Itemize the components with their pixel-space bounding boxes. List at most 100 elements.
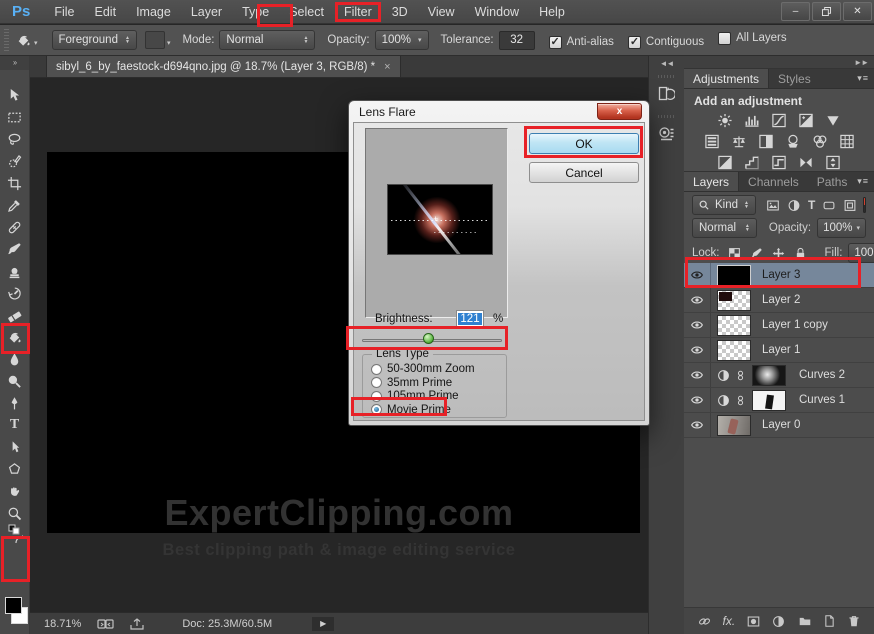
vibrance-icon[interactable] (825, 113, 841, 128)
tool-crop[interactable] (0, 172, 29, 194)
delete-layer-icon[interactable] (847, 614, 861, 628)
layer-row-layer-1-copy[interactable]: Layer 1 copy (684, 313, 874, 338)
menu-type[interactable]: Type (232, 2, 279, 22)
tool-move[interactable] (0, 84, 29, 106)
shape-layer-filter-icon[interactable] (822, 198, 836, 212)
menu-filter[interactable]: Filter (335, 2, 381, 22)
flare-preview-image[interactable]: + (387, 184, 493, 255)
adjustment-layer-icon[interactable] (715, 367, 732, 384)
layer-row-layer-2[interactable]: Layer 2 (684, 288, 874, 313)
selective-color-icon[interactable] (825, 155, 841, 170)
link-layers-icon[interactable] (697, 615, 712, 628)
tool-rectangular-marquee[interactable] (0, 106, 29, 128)
add-layer-mask-icon[interactable] (746, 615, 761, 628)
document-size-value[interactable]: Doc: 25.3M/60.5M (182, 618, 272, 630)
radio-35mm-prime[interactable]: 35mm Prime (371, 377, 452, 389)
layer-visibility-toggle[interactable] (684, 313, 711, 337)
layer-name[interactable]: Curves 2 (799, 369, 845, 381)
minimize-window-icon[interactable]: – (781, 2, 810, 21)
layer-visibility-toggle[interactable] (684, 388, 711, 412)
lock-transparency-icon[interactable] (728, 247, 741, 260)
tool-shape[interactable] (0, 458, 29, 480)
layer-row-layer-1[interactable]: Layer 1 (684, 338, 874, 363)
pattern-caret-icon[interactable]: ▾ (167, 39, 171, 47)
zoom-level-value[interactable]: 18.71% (44, 618, 81, 630)
layer-filter-kind-select[interactable]: Kind ▲▼ (692, 195, 756, 215)
lock-all-icon[interactable] (794, 247, 807, 260)
curves-icon[interactable] (771, 113, 787, 128)
document-tab[interactable]: sibyl_6_by_faestock-d694qno.jpg @ 18.7% … (46, 55, 401, 77)
black-white-icon[interactable] (758, 134, 774, 149)
radio-movie-prime[interactable]: Movie Prime (371, 404, 451, 416)
foreground-color-swatch[interactable] (5, 597, 22, 614)
fill-source-select[interactable]: Foreground▲▼ (52, 30, 137, 50)
layers-panel-menu-icon[interactable]: ▾≡ (857, 176, 869, 187)
mask-link-icon[interactable] (734, 394, 746, 407)
tool-hand[interactable] (0, 480, 29, 502)
tool-pen[interactable] (0, 392, 29, 414)
channel-mixer-icon[interactable] (812, 134, 828, 149)
pixel-layer-filter-icon[interactable] (766, 198, 780, 212)
layer-fill-select[interactable]: 100% ▾ (848, 243, 874, 263)
tool-blur[interactable] (0, 348, 29, 370)
toolbar-expand-icon[interactable]: ›› (0, 56, 29, 70)
new-layer-icon[interactable] (823, 614, 836, 628)
layer-thumbnail[interactable] (717, 265, 751, 286)
posterize-icon[interactable] (744, 155, 760, 170)
blend-mode-select[interactable]: Normal ▲▼ (692, 218, 757, 238)
tool-lasso[interactable] (0, 128, 29, 150)
new-group-icon[interactable] (797, 615, 813, 628)
brightness-contrast-icon[interactable] (717, 113, 733, 128)
tool-eraser[interactable] (0, 304, 29, 326)
hue-saturation-icon[interactable] (704, 134, 720, 149)
color-balance-icon[interactable] (731, 134, 747, 149)
invert-icon[interactable] (717, 155, 733, 170)
layer-name[interactable]: Layer 3 (762, 269, 800, 281)
tool-brush[interactable] (0, 238, 29, 260)
tool-type[interactable]: T (0, 414, 29, 436)
layer-name[interactable]: Layer 2 (762, 294, 800, 306)
flare-preview-panel[interactable]: + (365, 128, 508, 318)
tool-clone-stamp[interactable] (0, 260, 29, 282)
mode-select[interactable]: Normal▲▼ (219, 30, 315, 50)
tool-zoom[interactable] (0, 502, 29, 524)
collapse-panels-icon[interactable]: ◄◄ (649, 56, 684, 68)
adjustments-tab-adjustments[interactable]: Adjustments (684, 69, 769, 88)
options-bar-gripper[interactable] (4, 29, 9, 51)
tool-quick-selection[interactable] (0, 150, 29, 172)
adjustments-tab-styles[interactable]: Styles (769, 69, 820, 88)
dialog-title-bar[interactable]: Lens Flare x (349, 101, 649, 122)
layers-tab-channels[interactable]: Channels (739, 172, 808, 191)
color-lookup-icon[interactable] (839, 134, 855, 149)
restore-window-icon[interactable] (812, 2, 841, 21)
menu-window[interactable]: Window (465, 2, 529, 22)
swap-colors-icon[interactable] (12, 534, 28, 546)
exposure-icon[interactable] (798, 113, 814, 128)
expand-panels-icon[interactable]: ►► (684, 56, 874, 69)
radio-105mm-prime[interactable]: 105mm Prime (371, 390, 459, 402)
lock-pixels-icon[interactable] (750, 247, 763, 260)
paint-bucket-tool-icon[interactable] (16, 33, 31, 48)
type-layer-filter-icon[interactable]: T (808, 198, 815, 212)
tool-preset-caret-icon[interactable]: ▾ (34, 39, 38, 47)
adjustments-panel-menu-icon[interactable]: ▾≡ (857, 73, 869, 84)
layer-name[interactable]: Layer 1 copy (762, 319, 828, 331)
layer-thumbnail[interactable] (717, 290, 751, 311)
tool-history-brush[interactable] (0, 282, 29, 304)
layers-tab-layers[interactable]: Layers (684, 172, 739, 191)
layer-row-curves-1[interactable]: Curves 1 (684, 388, 874, 413)
dialog-close-icon[interactable]: x (597, 103, 642, 120)
panel-gripper[interactable] (658, 115, 675, 118)
export-icon[interactable] (130, 618, 144, 630)
checkbox-all-layers[interactable]: All Layers (718, 32, 787, 45)
layer-row-layer-0[interactable]: Layer 0 (684, 413, 874, 438)
layer-style-fx-icon[interactable]: fx. (723, 614, 736, 628)
ok-button[interactable]: OK (529, 133, 639, 154)
menu-help[interactable]: Help (529, 2, 575, 22)
adjustment-layer-icon[interactable] (715, 392, 732, 409)
layer-opacity-select[interactable]: 100% ▾ (817, 218, 866, 238)
tool-dodge[interactable] (0, 370, 29, 392)
menu-view[interactable]: View (418, 2, 465, 22)
brightness-slider-thumb[interactable] (423, 333, 434, 344)
sync-icon[interactable] (97, 618, 114, 630)
